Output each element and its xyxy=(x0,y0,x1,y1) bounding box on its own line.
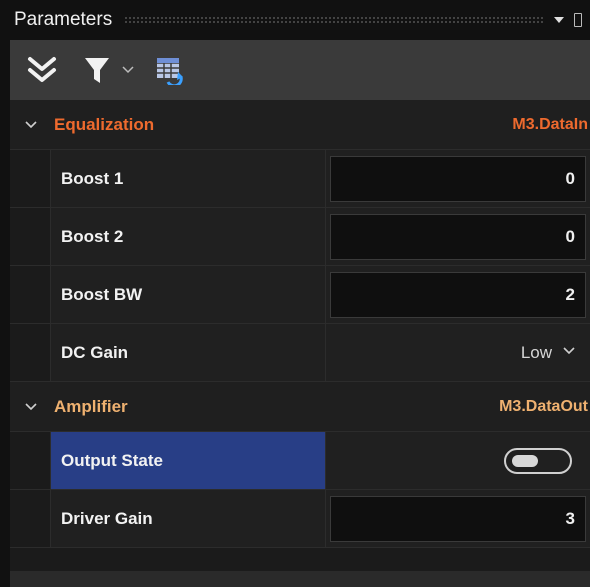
property-label[interactable]: Output State xyxy=(51,432,326,489)
property-row-output-state: Output State xyxy=(10,432,590,490)
boost-bw-input[interactable]: 2 xyxy=(330,271,586,318)
boost-1-input[interactable]: 0 xyxy=(330,155,586,202)
parameters-panel: Parameters Equalization M3.DataIn Boost … xyxy=(0,0,590,587)
group-title: Amplifier xyxy=(54,396,128,416)
property-row-driver-gain: Driver Gain 3 xyxy=(10,490,590,548)
dc-gain-selected-value: Low xyxy=(520,342,552,362)
filter-icon[interactable] xyxy=(82,52,112,88)
toggle-knob xyxy=(512,454,538,467)
collapse-all-icon[interactable] xyxy=(24,52,60,88)
panel-titlebar: Parameters xyxy=(10,0,590,40)
property-label[interactable]: Driver Gain xyxy=(51,490,326,547)
title-grip[interactable] xyxy=(124,16,544,24)
chevron-down-icon[interactable] xyxy=(24,399,40,415)
driver-gain-input[interactable]: 3 xyxy=(330,495,586,542)
property-row-boost-2: Boost 2 0 xyxy=(10,208,590,266)
panel-menu-arrow-icon[interactable] xyxy=(554,17,564,23)
group-header-equalization[interactable]: Equalization M3.DataIn xyxy=(10,100,590,150)
toolbar xyxy=(10,40,590,101)
output-state-toggle[interactable] xyxy=(504,447,572,474)
dc-gain-select[interactable]: Low xyxy=(330,330,586,376)
property-row-dc-gain: DC Gain Low xyxy=(10,324,590,382)
bottom-strip xyxy=(10,571,590,587)
group-title: Equalization xyxy=(54,114,155,134)
boost-2-input[interactable]: 0 xyxy=(330,213,586,260)
chevron-down-icon[interactable] xyxy=(24,117,40,133)
property-label[interactable]: Boost 1 xyxy=(51,150,326,207)
property-label[interactable]: DC Gain xyxy=(51,324,326,381)
grid-refresh-icon[interactable] xyxy=(154,55,184,85)
filter-dropdown-chevron-icon[interactable] xyxy=(120,62,136,78)
panel-title: Parameters xyxy=(14,9,113,30)
group-header-amplifier[interactable]: Amplifier M3.DataOut xyxy=(10,382,590,432)
chevron-down-icon xyxy=(562,343,576,363)
group-source: M3.DataOut xyxy=(499,397,588,415)
property-row-boost-bw: Boost BW 2 xyxy=(10,266,590,324)
group-source: M3.DataIn xyxy=(512,115,588,133)
property-label[interactable]: Boost BW xyxy=(51,266,326,323)
pin-icon[interactable] xyxy=(574,13,582,27)
property-row-boost-1: Boost 1 0 xyxy=(10,150,590,208)
property-label[interactable]: Boost 2 xyxy=(51,208,326,265)
property-grid: Equalization M3.DataIn Boost 1 0 Boost 2… xyxy=(10,100,590,548)
